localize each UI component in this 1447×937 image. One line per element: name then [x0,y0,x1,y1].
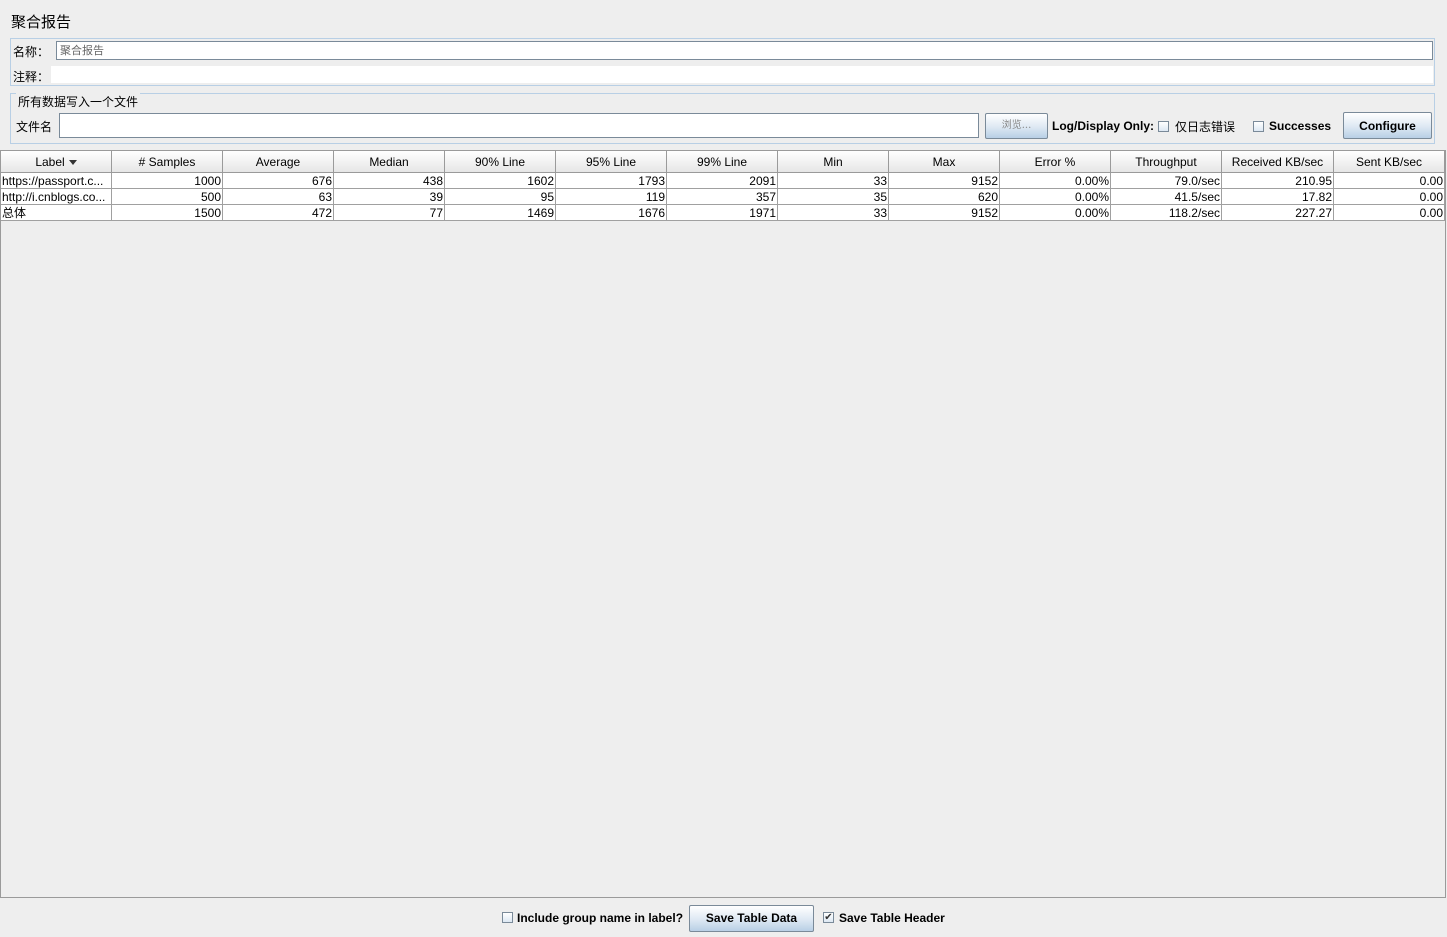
cell-min: 35 [777,188,889,205]
log-display-only-label: Log/Display Only: [1052,119,1155,133]
aggregate-report-table: Label # Samples Average Median 90% Line … [1,151,1445,221]
cell-samples: 1000 [111,172,223,189]
column-header-average[interactable]: Average [222,151,334,173]
cell-average: 472 [222,204,334,221]
cell-samples: 1500 [111,204,223,221]
cell-throughput: 41.5/sec [1110,188,1222,205]
write-to-file-legend: 所有数据写入一个文件 [16,93,141,110]
column-header-throughput[interactable]: Throughput [1110,151,1222,173]
cell-received: 210.95 [1221,172,1334,189]
cell-median: 39 [333,188,445,205]
cell-median: 438 [333,172,445,189]
cell-average: 63 [222,188,334,205]
errors-only-label: 仅日志错误 [1175,120,1236,134]
cell-sent: 0.00 [1333,188,1445,205]
sort-descending-icon [68,159,77,165]
cell-samples: 500 [111,188,223,205]
cell-received: 227.27 [1221,204,1334,221]
cell-sent: 0.00 [1333,172,1445,189]
cell-99-line: 357 [666,188,778,205]
cell-95-line: 1793 [555,172,667,189]
cell-95-line: 1676 [555,204,667,221]
cell-99-line: 1971 [666,204,778,221]
cell-max: 9152 [888,204,1000,221]
successes-checkbox[interactable] [1253,121,1264,132]
table-row-total[interactable]: 总体 1500 472 77 1469 1676 1971 33 9152 0.… [1,204,1445,221]
cell-error: 0.00% [999,172,1111,189]
name-input[interactable]: 聚合报告 [56,41,1433,60]
save-table-header-checkbox[interactable]: ✔ [823,912,834,923]
column-header-95-line[interactable]: 95% Line [555,151,667,173]
cell-error: 0.00% [999,188,1111,205]
column-header-error[interactable]: Error % [999,151,1111,173]
table-header-row: Label # Samples Average Median 90% Line … [1,151,1445,173]
cell-min: 33 [777,172,889,189]
name-comment-panel: 名称： 聚合报告 注释： [10,38,1435,86]
column-header-90-line[interactable]: 90% Line [444,151,556,173]
errors-only-checkbox[interactable] [1158,121,1169,132]
cell-min: 33 [777,204,889,221]
browse-button[interactable]: 浏览... [985,113,1048,139]
cell-sent: 0.00 [1333,204,1445,221]
cell-label: http://i.cnblogs.co... [1,188,112,205]
table-row[interactable]: http://i.cnblogs.co... 500 63 39 95 119 … [1,188,1445,205]
cell-99-line: 2091 [666,172,778,189]
column-header-label[interactable]: Label [1,151,112,173]
configure-button[interactable]: Configure [1343,112,1432,139]
column-header-label-text: Label [35,154,65,169]
cell-throughput: 118.2/sec [1110,204,1222,221]
cell-90-line: 1602 [444,172,556,189]
column-header-median[interactable]: Median [333,151,445,173]
comment-label: 注释： [13,70,50,84]
name-label: 名称： [13,45,50,59]
column-header-received[interactable]: Received KB/sec [1221,151,1334,173]
include-group-name-checkbox[interactable] [502,912,513,923]
cell-95-line: 119 [555,188,667,205]
column-header-99-line[interactable]: 99% Line [666,151,778,173]
cell-throughput: 79.0/sec [1110,172,1222,189]
cell-label: https://passport.c... [1,172,112,189]
save-table-header-label: Save Table Header [839,911,945,925]
comment-input[interactable] [51,66,1433,83]
column-header-samples[interactable]: # Samples [111,151,223,173]
cell-90-line: 1469 [444,204,556,221]
results-table-area: Label # Samples Average Median 90% Line … [0,150,1446,898]
page-title: 聚合报告 [11,13,72,31]
filename-label: 文件名 [16,120,53,134]
cell-max: 620 [888,188,1000,205]
cell-received: 17.82 [1221,188,1334,205]
column-header-max[interactable]: Max [888,151,1000,173]
cell-average: 676 [222,172,334,189]
table-row[interactable]: https://passport.c... 1000 676 438 1602 … [1,172,1445,189]
include-group-name-label: Include group name in label? [517,911,684,925]
cell-90-line: 95 [444,188,556,205]
cell-median: 77 [333,204,445,221]
save-table-data-button[interactable]: Save Table Data [689,905,814,932]
cell-label: 总体 [1,204,112,221]
column-header-min[interactable]: Min [777,151,889,173]
column-header-sent[interactable]: Sent KB/sec [1333,151,1445,173]
filename-input[interactable] [59,113,979,138]
cell-max: 9152 [888,172,1000,189]
cell-error: 0.00% [999,204,1111,221]
successes-label: Successes [1269,119,1332,133]
checkmark-icon: ✔ [824,912,833,923]
